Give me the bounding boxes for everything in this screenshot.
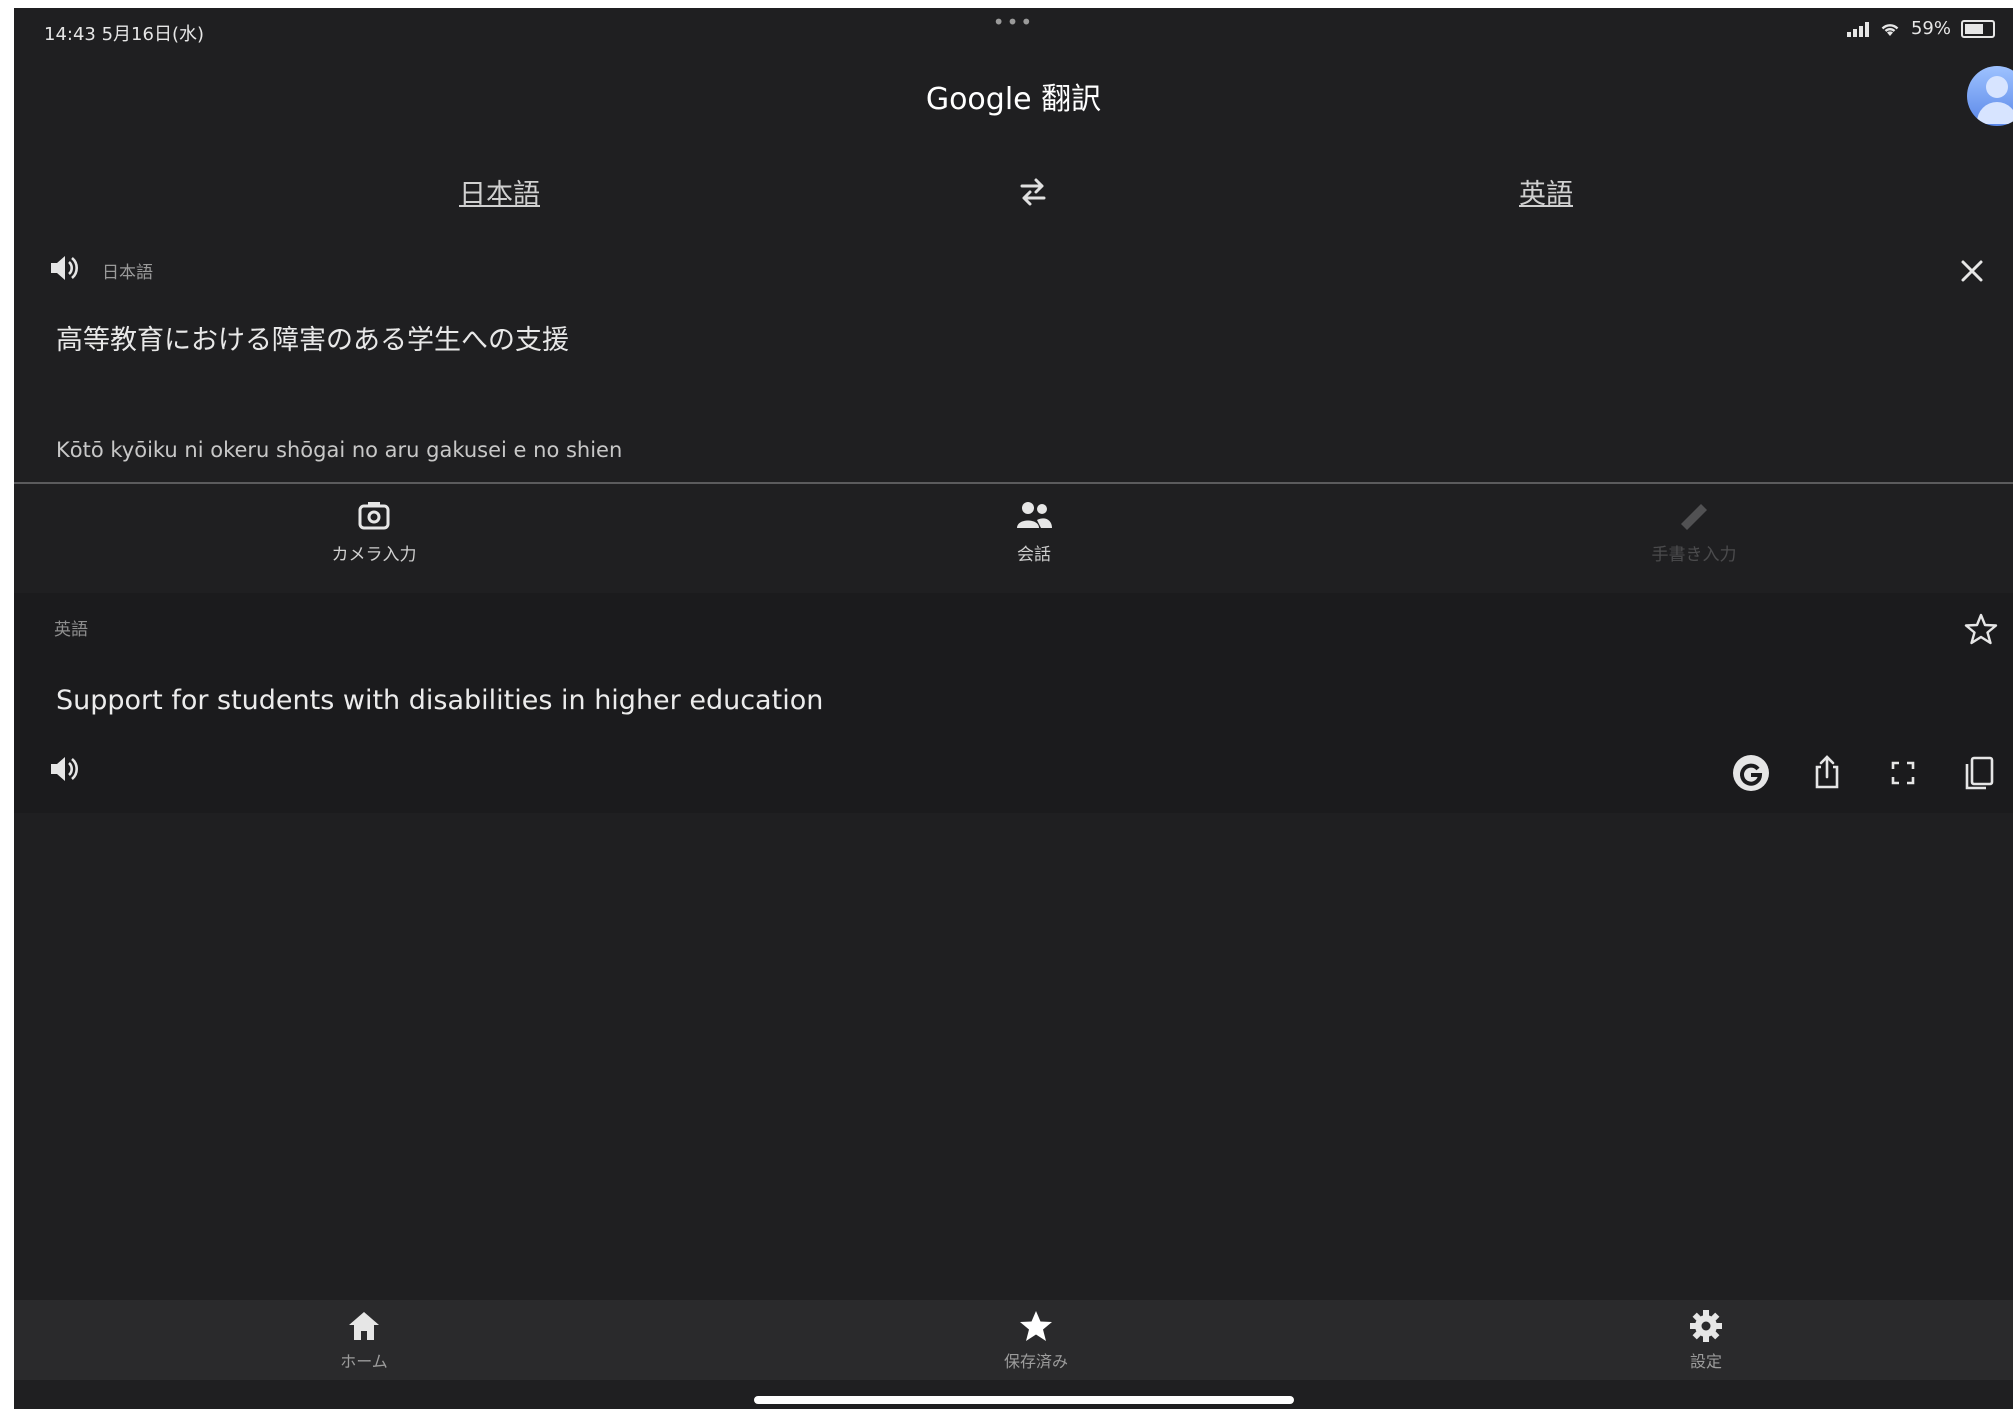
source-language-label: 日本語 bbox=[102, 263, 153, 283]
source-speaker-icon[interactable] bbox=[48, 252, 82, 284]
translation-result-card: 英語 Support for students with disabilitie… bbox=[14, 593, 2013, 813]
star-filled-icon bbox=[1020, 1311, 1052, 1341]
handwriting-label: 手書き入力 bbox=[1651, 545, 1737, 565]
close-icon[interactable] bbox=[1955, 254, 1989, 288]
target-language-button[interactable]: 英語 bbox=[1519, 172, 1573, 211]
result-actions bbox=[1731, 753, 1999, 793]
copy-icon[interactable] bbox=[1959, 753, 1999, 793]
home-indicator[interactable] bbox=[754, 1396, 1294, 1404]
input-mode-bar: カメラ入力 会話 手書き入力 bbox=[14, 486, 2013, 576]
language-bar: 日本語 英語 bbox=[14, 166, 2013, 226]
fullscreen-icon[interactable] bbox=[1883, 753, 1923, 793]
status-bar: 14:43 5月16日(水) ••• 59% bbox=[14, 8, 2013, 48]
tablet-screen: 14:43 5月16日(水) ••• 59% Google 翻訳 日本語 英語 bbox=[14, 8, 2013, 1409]
bottom-navigation: ホーム 保存済み 設定 bbox=[14, 1300, 2013, 1380]
source-text[interactable]: 高等教育における障害のある学生への支援 bbox=[56, 318, 569, 357]
source-panel: 日本語 高等教育における障害のある学生への支援 Kōtō kyōiku ni o… bbox=[14, 238, 2013, 488]
source-romanization: Kōtō kyōiku ni okeru shōgai no aru gakus… bbox=[56, 438, 623, 462]
wifi-icon bbox=[1881, 23, 1899, 36]
camera-input-label: カメラ入力 bbox=[331, 545, 417, 565]
status-time-date: 14:43 5月16日(水) bbox=[44, 24, 204, 45]
nav-settings-label: 設定 bbox=[1689, 1352, 1722, 1371]
google-g-icon[interactable] bbox=[1731, 753, 1771, 793]
handwriting-icon bbox=[1681, 504, 1707, 530]
nav-home[interactable]: ホーム bbox=[304, 1308, 424, 1372]
nav-saved-label: 保存済み bbox=[1003, 1352, 1068, 1371]
share-icon[interactable] bbox=[1807, 753, 1847, 793]
nav-home-label: ホーム bbox=[340, 1352, 388, 1371]
people-icon bbox=[1017, 502, 1052, 528]
nav-settings[interactable]: 設定 bbox=[1646, 1308, 1766, 1372]
source-language-button[interactable]: 日本語 bbox=[459, 172, 540, 211]
app-title: Google 翻訳 bbox=[925, 82, 1102, 117]
camera-icon bbox=[358, 502, 390, 530]
conversation-label: 会話 bbox=[1017, 545, 1051, 565]
swap-languages-icon[interactable] bbox=[1014, 172, 1052, 210]
cellular-signal-icon bbox=[1846, 21, 1869, 37]
target-language-label: 英語 bbox=[54, 620, 88, 640]
battery-percentage: 59% bbox=[1910, 18, 1951, 39]
conversation-button[interactable]: 会話 bbox=[974, 498, 1094, 565]
result-speaker-icon[interactable] bbox=[48, 753, 82, 785]
home-icon bbox=[349, 1312, 379, 1340]
multitasking-dots[interactable]: ••• bbox=[993, 10, 1034, 34]
nav-saved[interactable]: 保存済み bbox=[976, 1308, 1096, 1372]
battery-icon bbox=[1961, 19, 1995, 38]
translated-text[interactable]: Support for students with disabilities i… bbox=[56, 685, 823, 716]
divider bbox=[14, 482, 2013, 484]
status-right-group: 59% bbox=[1846, 18, 1995, 39]
handwriting-button[interactable]: 手書き入力 bbox=[1614, 498, 1774, 565]
star-outline-icon[interactable] bbox=[1963, 611, 1999, 647]
gear-icon bbox=[1690, 1310, 1722, 1342]
camera-input-button[interactable]: カメラ入力 bbox=[314, 498, 434, 565]
